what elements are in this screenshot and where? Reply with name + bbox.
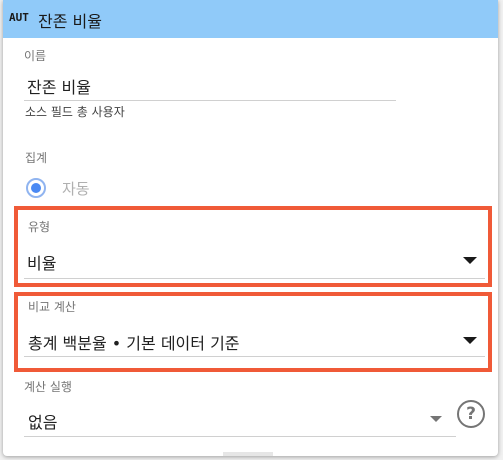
source-field-description: 소스 필드 총 사용자 [25, 105, 125, 119]
running-calc-select[interactable]: 없음 [28, 409, 57, 433]
name-input[interactable]: 잔존 비율 [27, 74, 91, 98]
running-calc-label: 계산 실행 [24, 380, 72, 394]
aggregation-option-auto[interactable]: 자동 [62, 178, 90, 199]
dropdown-arrow-icon[interactable] [430, 416, 442, 422]
name-label: 이름 [24, 49, 47, 63]
type-select-underline [24, 278, 485, 279]
help-circle-icon[interactable]: ? [457, 400, 485, 428]
panel-footer-edge [223, 452, 273, 456]
type-label: 유형 [28, 220, 51, 234]
comparison-calc-select[interactable]: 총계 백분율 • 기본 데이터 기준 [28, 330, 240, 354]
type-highlight-box [14, 206, 492, 287]
dropdown-arrow-icon[interactable] [463, 257, 477, 264]
name-input-underline [24, 100, 396, 101]
comparison-select-underline [24, 356, 485, 357]
field-editor-panel: AUT 잔존 비율 이름 잔존 비율 소스 필드 총 사용자 집계 자동 유형 … [3, 0, 498, 456]
radio-selected-icon[interactable] [26, 178, 46, 198]
comparison-calc-label: 비교 계산 [28, 300, 76, 314]
running-select-underline [24, 436, 456, 437]
panel-header: AUT 잔존 비율 [3, 0, 498, 38]
panel-title: 잔존 비율 [38, 12, 102, 31]
dropdown-arrow-icon[interactable] [463, 337, 477, 344]
field-type-badge: AUT [9, 11, 29, 24]
aggregation-label: 집계 [25, 151, 48, 165]
type-select[interactable]: 비율 [27, 250, 56, 274]
